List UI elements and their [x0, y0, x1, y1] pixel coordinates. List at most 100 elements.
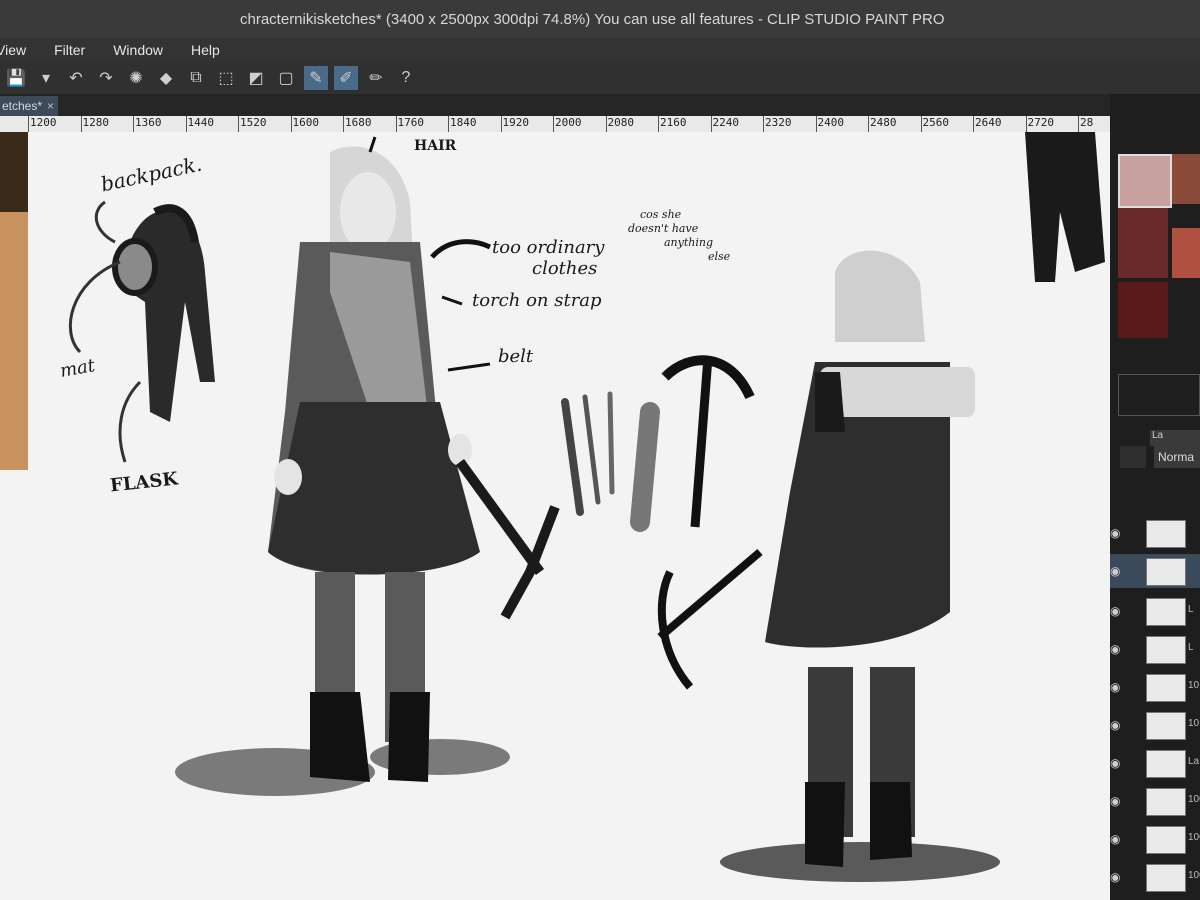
annotation-note-line4: else: [708, 250, 731, 263]
transform-icon[interactable]: ⧉: [184, 66, 208, 90]
annotation-note-line3: anything: [664, 236, 714, 249]
ruler-tick-line: [395, 116, 397, 132]
horizontal-ruler: 1200 1280 1360 1440 1520 1600 1680 1760 1840 1920…: [0, 116, 1110, 133]
layer-color-swatch[interactable]: [1120, 446, 1146, 468]
visibility-eye-icon[interactable]: ◉: [1110, 526, 1120, 540]
layer-row[interactable]: ◉ L: [1110, 632, 1200, 666]
ruler-tick-label: 2480: [870, 116, 897, 129]
annotation-torch: torch on strap: [472, 290, 602, 311]
canvas-tab-label: etches*: [2, 99, 43, 113]
ruler-tick-line: [80, 116, 82, 132]
window-title-bar: chracternikisketches* (3400 x 2500px 300…: [0, 0, 1200, 38]
save-icon[interactable]: 💾: [4, 66, 28, 90]
redo-icon[interactable]: ↷: [94, 66, 118, 90]
reference-thumbnail[interactable]: [1172, 154, 1200, 204]
ruler-tick-line: [28, 116, 29, 132]
layer-thumbnail: [1146, 598, 1186, 626]
layer-row[interactable]: ◉ 100: [1110, 822, 1200, 856]
annotation-hair: HAIR: [414, 138, 457, 154]
layer-tab[interactable]: La: [1150, 430, 1200, 446]
layer-row[interactable]: ◉ 10: [1110, 670, 1200, 704]
ruler-tick-label: 2080: [607, 116, 635, 129]
undo-icon[interactable]: ↶: [64, 66, 88, 90]
invert-selection-icon[interactable]: ◩: [244, 66, 268, 90]
menu-view[interactable]: View: [0, 42, 26, 58]
visibility-eye-icon[interactable]: ◉: [1110, 680, 1120, 694]
visibility-eye-icon[interactable]: ◉: [1110, 718, 1120, 732]
visibility-eye-icon[interactable]: ◉: [1110, 756, 1120, 770]
ruler-tick-label: 1360: [135, 116, 162, 129]
menu-bar: View Filter Window Help: [0, 38, 1200, 62]
ruler-tick-line: [658, 116, 659, 132]
visibility-eye-icon[interactable]: ◉: [1110, 642, 1120, 656]
pickaxe-sketch: [661, 355, 755, 528]
drawing-canvas[interactable]: backpack. HAIR too ordinary clothes torc…: [0, 132, 1110, 900]
deselect-icon[interactable]: ⬚: [214, 66, 238, 90]
ruler-tick-line: [133, 116, 134, 132]
reference-thumbnail[interactable]: [1172, 228, 1200, 278]
layer-row[interactable]: ◉ La: [1110, 746, 1200, 780]
ruler-snap-icon[interactable]: ✐: [334, 66, 358, 90]
layer-row[interactable]: ◉ 10: [1110, 708, 1200, 742]
visibility-eye-icon[interactable]: ◉: [1110, 564, 1120, 578]
canvas-tab-row: etches* ×: [0, 94, 1120, 116]
layer-thumbnail: [1146, 750, 1186, 778]
visibility-eye-icon[interactable]: ◉: [1110, 832, 1120, 846]
layer-thumbnail: [1146, 712, 1186, 740]
partial-figure-sketch: [1025, 132, 1105, 282]
visibility-eye-icon[interactable]: ◉: [1110, 604, 1120, 618]
loading-icon[interactable]: ✺: [124, 66, 148, 90]
menu-filter[interactable]: Filter: [54, 42, 85, 58]
blend-mode-select[interactable]: Norma: [1154, 446, 1200, 468]
close-tab-icon[interactable]: ×: [47, 96, 54, 116]
menu-help[interactable]: Help: [191, 42, 220, 58]
ruler-tick-line: [815, 116, 817, 132]
ruler-tick-line: [605, 116, 607, 132]
ruler-tick-label: 2560: [922, 116, 950, 129]
canvas-tab[interactable]: etches* ×: [0, 96, 58, 116]
back-figure-sketch: [657, 250, 1000, 882]
layer-name: L: [1188, 604, 1194, 615]
backpack-sketch: [68, 200, 215, 463]
ruler-tick-label: 1680: [345, 116, 372, 129]
ruler-tick-line: [763, 116, 764, 132]
ruler-tick-label: 1840: [450, 116, 477, 129]
layer-thumbnail: [1146, 558, 1186, 586]
pen-pressure-icon[interactable]: ✏: [364, 66, 388, 90]
navigator-widget[interactable]: [1118, 374, 1200, 416]
command-bar: 💾 ▾ ↶ ↷ ✺ ◆ ⧉ ⬚ ◩ ▢ ✎ ✐ ✏ ?: [0, 62, 1200, 94]
reference-thumbnail[interactable]: [1118, 282, 1168, 338]
visibility-eye-icon[interactable]: ◉: [1110, 870, 1120, 884]
ruler-tick-line: [973, 116, 974, 132]
reference-thumbnail[interactable]: [1118, 208, 1168, 278]
annotation-clothes: clothes: [532, 258, 598, 279]
ruler-tick-line: [868, 116, 869, 132]
right-palette-panel: La Norma ◉ ◉ ◉ L ◉ L ◉ 10 ◉ 10 ◉ La ◉ 10…: [1110, 94, 1200, 900]
ruler-tick-line: [710, 116, 712, 132]
layer-row[interactable]: ◉: [1110, 516, 1200, 550]
reference-thumbnail[interactable]: [1118, 154, 1172, 208]
ruler-tick-label: 1600: [292, 116, 320, 129]
ruler-tick-label: 1760: [397, 116, 425, 129]
annotation-too-ordinary: too ordinary: [492, 237, 605, 258]
ruler-tick-label: 2160: [660, 116, 687, 129]
layer-row[interactable]: ◉ 100: [1110, 784, 1200, 818]
visibility-eye-icon[interactable]: ◉: [1110, 794, 1120, 808]
ruler-tick-label: 1920: [502, 116, 530, 129]
brush-test-strokes: [561, 391, 660, 532]
layer-row[interactable]: ◉ L: [1110, 594, 1200, 628]
layer-row-selected[interactable]: ◉: [1110, 554, 1200, 588]
annotation-belt: belt: [498, 346, 534, 367]
layer-thumbnail: [1146, 520, 1186, 548]
layer-thumbnail: [1146, 826, 1186, 854]
export-icon[interactable]: ▾: [34, 66, 58, 90]
layer-name: La: [1188, 756, 1200, 767]
pen-snap-icon[interactable]: ✎: [304, 66, 328, 90]
menu-window[interactable]: Window: [113, 42, 163, 58]
fill-icon[interactable]: ◆: [154, 66, 178, 90]
layer-row[interactable]: ◉ 100: [1110, 860, 1200, 894]
ruler-tick-label: 2720: [1027, 116, 1055, 129]
help-icon[interactable]: ?: [394, 66, 418, 90]
crop-icon[interactable]: ▢: [274, 66, 298, 90]
layer-name: 100: [1188, 870, 1200, 881]
